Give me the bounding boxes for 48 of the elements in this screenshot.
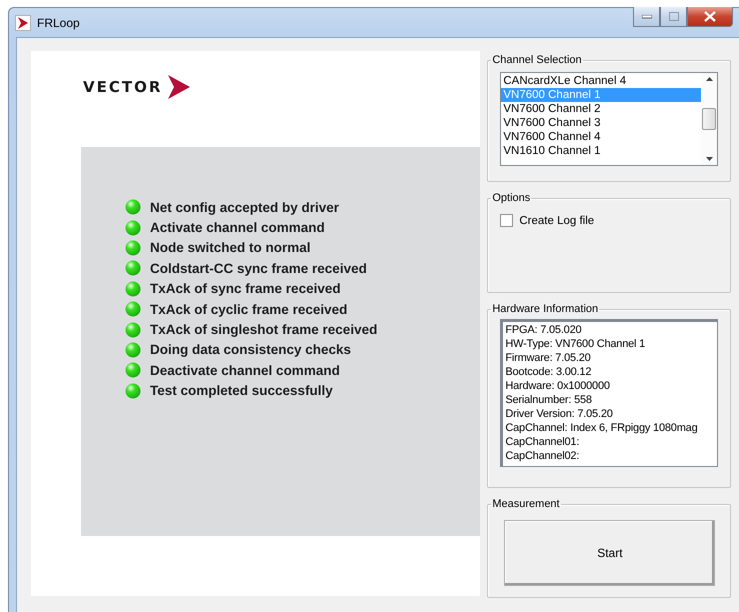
status-text: Deactivate channel command	[150, 362, 340, 378]
window-title: FRLoop	[37, 16, 80, 30]
group-title: Options	[491, 192, 532, 204]
checkbox[interactable]	[500, 214, 514, 227]
minimize-icon	[642, 14, 652, 18]
logo-chevron-icon	[168, 75, 190, 99]
info-line: Serialnumber: 558	[505, 393, 593, 407]
channel-item[interactable]: VN1610 Channel 1	[501, 144, 701, 158]
info-line: Driver Version: 7.05.20	[505, 407, 614, 421]
info-line: CapChannel02:	[505, 449, 580, 463]
channel-item[interactable]: CANcardXLe Channel 4	[501, 74, 701, 88]
info-line: FPGA: 7.05.020	[505, 323, 582, 337]
checkbox-label: Create Log file	[519, 214, 594, 226]
scroll-down-icon[interactable]	[706, 157, 712, 161]
status-text: TxAck of cyclic frame received	[150, 302, 348, 317]
logo-text: VECTOR	[83, 78, 162, 96]
maximize-icon	[668, 12, 678, 21]
status-text: Doing data consistency checks	[150, 342, 352, 358]
scroll-thumb[interactable]	[702, 108, 716, 130]
channel-item[interactable]: VN7600 Channel 4	[501, 130, 701, 144]
scrollbar[interactable]	[701, 73, 717, 165]
info-line: CapChannel01:	[505, 435, 580, 449]
info-line: HW-Type: VN7600 Channel 1	[505, 337, 646, 351]
close-icon	[704, 11, 716, 22]
status-text: Coldstart-CC sync frame received	[150, 260, 367, 276]
status-text: Test completed successfully	[150, 383, 333, 398]
hardware-info-field[interactable]	[500, 319, 718, 467]
channel-list[interactable]: CANcardXLe Channel 4 VN7600 Channel 1 VN7600 Channel 2 VN7600 Channel 3 VN7600 Channel 4 VN1610 Channel 1	[500, 72, 718, 166]
status-text: Node switched to normal	[150, 240, 311, 256]
status-text: Net config accepted by driver	[150, 200, 340, 215]
start-button[interactable]: Start	[504, 520, 716, 586]
channel-item[interactable]: VN7600 Channel 3	[501, 116, 701, 130]
minimize-button[interactable]	[633, 7, 660, 27]
info-line: Hardware: 0x1000000	[505, 379, 611, 393]
app-chevron-icon	[15, 14, 31, 30]
info-line: CapChannel: Index 6, FRpiggy 1080mag	[505, 421, 699, 435]
maximize-button[interactable]	[660, 7, 687, 27]
scroll-up-icon[interactable]	[706, 77, 712, 81]
info-line: Bootcode: 3.00.12	[505, 365, 592, 379]
status-text: TxAck of sync frame received	[150, 281, 341, 296]
group-title: Hardware Information	[491, 303, 600, 315]
close-button[interactable]	[687, 7, 733, 27]
channel-item[interactable]: VN7600 Channel 2	[501, 102, 701, 116]
status-text: Activate channel command	[150, 220, 325, 236]
info-line: Firmware: 7.05.20	[505, 351, 592, 365]
group-title: Channel Selection	[491, 54, 583, 66]
status-text: TxAck of singleshot frame received	[150, 322, 378, 338]
group-title: Measurement	[491, 498, 561, 510]
